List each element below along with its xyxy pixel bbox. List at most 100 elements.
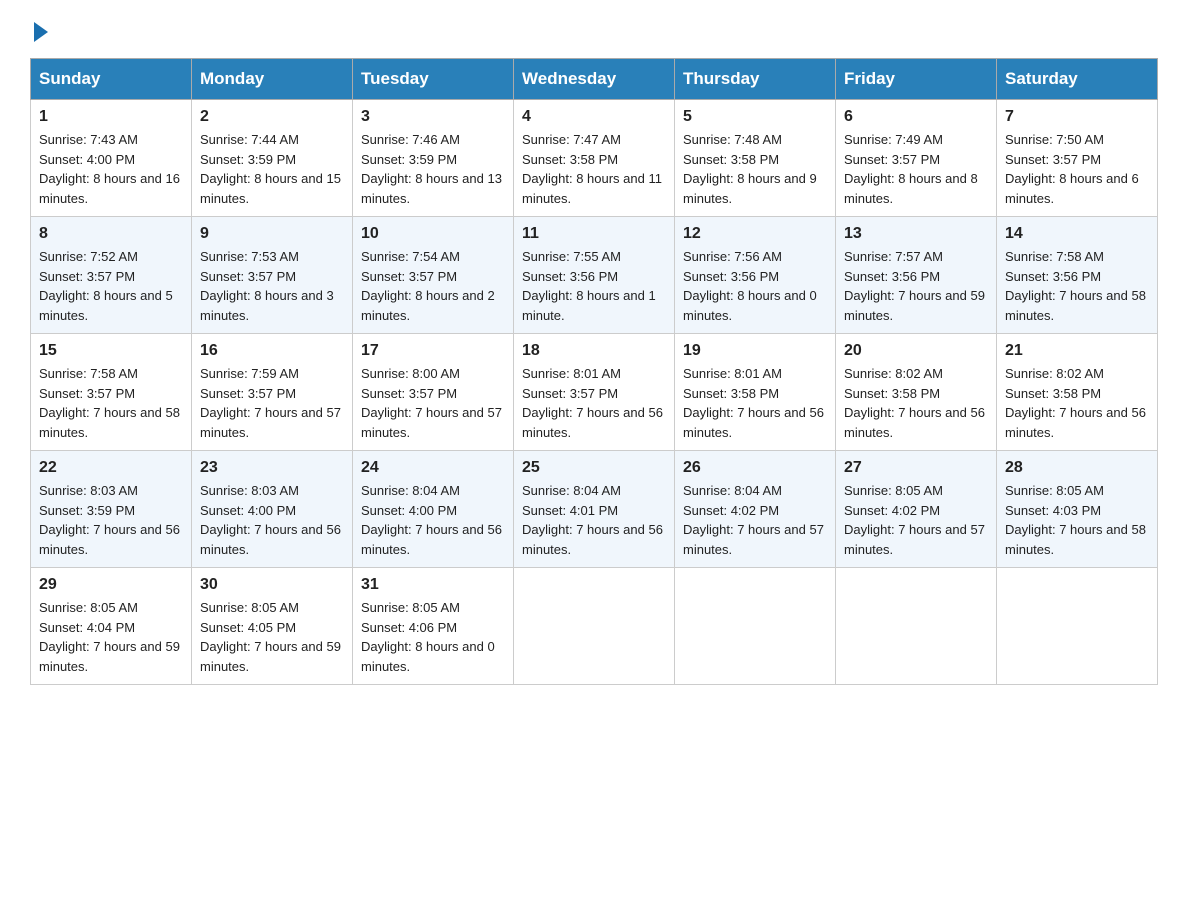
sunrise-text: Sunrise: 7:52 AM (39, 247, 183, 267)
calendar-header-wednesday: Wednesday (514, 59, 675, 100)
calendar-cell: 14Sunrise: 7:58 AMSunset: 3:56 PMDayligh… (997, 217, 1158, 334)
sunrise-text: Sunrise: 7:54 AM (361, 247, 505, 267)
day-number: 28 (1005, 459, 1149, 477)
day-number: 9 (200, 225, 344, 243)
day-number: 10 (361, 225, 505, 243)
sunrise-text: Sunrise: 7:48 AM (683, 130, 827, 150)
calendar-week-row: 15Sunrise: 7:58 AMSunset: 3:57 PMDayligh… (31, 334, 1158, 451)
day-number: 29 (39, 576, 183, 594)
day-info: Sunrise: 8:00 AMSunset: 3:57 PMDaylight:… (361, 364, 505, 442)
day-info: Sunrise: 8:05 AMSunset: 4:04 PMDaylight:… (39, 598, 183, 676)
calendar-cell: 25Sunrise: 8:04 AMSunset: 4:01 PMDayligh… (514, 451, 675, 568)
daylight-text: Daylight: 7 hours and 56 minutes. (361, 520, 505, 559)
daylight-text: Daylight: 8 hours and 0 minutes. (683, 286, 827, 325)
sunrise-text: Sunrise: 8:05 AM (844, 481, 988, 501)
day-number: 14 (1005, 225, 1149, 243)
day-info: Sunrise: 8:05 AMSunset: 4:02 PMDaylight:… (844, 481, 988, 559)
daylight-text: Daylight: 7 hours and 58 minutes. (1005, 520, 1149, 559)
sunset-text: Sunset: 3:59 PM (39, 501, 183, 521)
day-number: 18 (522, 342, 666, 360)
sunset-text: Sunset: 4:00 PM (200, 501, 344, 521)
daylight-text: Daylight: 7 hours and 56 minutes. (200, 520, 344, 559)
daylight-text: Daylight: 7 hours and 57 minutes. (844, 520, 988, 559)
sunset-text: Sunset: 3:59 PM (200, 150, 344, 170)
calendar-week-row: 22 Sunrise: 8:03 AM Sunset: 3:59 PM Dayligh… (31, 451, 1158, 568)
day-info: Sunrise: 8:02 AMSunset: 3:58 PMDaylight:… (1005, 364, 1149, 442)
day-info: Sunrise: 8:05 AMSunset: 4:05 PMDaylight:… (200, 598, 344, 676)
calendar-cell: 19Sunrise: 8:01 AMSunset: 3:58 PMDayligh… (675, 334, 836, 451)
calendar-cell: 27Sunrise: 8:05 AMSunset: 4:02 PMDayligh… (836, 451, 997, 568)
daylight-text: Daylight: 7 hours and 56 minutes. (1005, 403, 1149, 442)
calendar-cell: 30Sunrise: 8:05 AMSunset: 4:05 PMDayligh… (192, 568, 353, 685)
sunset-text: Sunset: 3:57 PM (361, 384, 505, 404)
sunrise-text: Sunrise: 8:03 AM (200, 481, 344, 501)
daylight-text: Daylight: 7 hours and 58 minutes. (39, 403, 183, 442)
daylight-text: Daylight: 8 hours and 2 minutes. (361, 286, 505, 325)
sunset-text: Sunset: 4:02 PM (683, 501, 827, 521)
sunrise-text: Sunrise: 7:44 AM (200, 130, 344, 150)
calendar-cell: 1Sunrise: 7:43 AMSunset: 4:00 PMDaylight… (31, 100, 192, 217)
day-info: Sunrise: 7:49 AMSunset: 3:57 PMDaylight:… (844, 130, 988, 208)
sunset-text: Sunset: 3:56 PM (1005, 267, 1149, 287)
calendar-cell (514, 568, 675, 685)
sunset-text: Sunset: 4:02 PM (844, 501, 988, 521)
daylight-text: Daylight: 7 hours and 59 minutes. (39, 637, 183, 676)
day-number: 5 (683, 108, 827, 126)
calendar-header-tuesday: Tuesday (353, 59, 514, 100)
calendar-cell: 31Sunrise: 8:05 AMSunset: 4:06 PMDayligh… (353, 568, 514, 685)
sunrise-text: Sunrise: 8:00 AM (361, 364, 505, 384)
sunrise-text: Sunrise: 7:46 AM (361, 130, 505, 150)
calendar-cell (997, 568, 1158, 685)
day-info: Sunrise: 7:54 AMSunset: 3:57 PMDaylight:… (361, 247, 505, 325)
daylight-text: Daylight: 8 hours and 15 minutes. (200, 169, 344, 208)
sunrise-text: Sunrise: 8:02 AM (1005, 364, 1149, 384)
daylight-text: Daylight: 7 hours and 58 minutes. (1005, 286, 1149, 325)
calendar-cell: 23Sunrise: 8:03 AMSunset: 4:00 PMDayligh… (192, 451, 353, 568)
sunrise-text: Sunrise: 8:05 AM (361, 598, 505, 618)
calendar-cell: 10 Sunrise: 7:54 AMSunset: 3:57 PMDayligh… (353, 217, 514, 334)
day-info: Sunrise: 7:50 AMSunset: 3:57 PMDaylight:… (1005, 130, 1149, 208)
calendar-cell: 9Sunrise: 7:53 AMSunset: 3:57 PMDaylight… (192, 217, 353, 334)
daylight-text: Daylight: 7 hours and 56 minutes. (522, 403, 666, 442)
daylight-text: Daylight: 8 hours and 6 minutes. (1005, 169, 1149, 208)
sunrise-text: Sunrise: 8:04 AM (683, 481, 827, 501)
calendar-cell: 16Sunrise: 7:59 AMSunset: 3:57 PMDayligh… (192, 334, 353, 451)
sunset-text: Sunset: 3:57 PM (39, 267, 183, 287)
sunset-text: Sunset: 4:06 PM (361, 618, 505, 638)
day-number: 12 (683, 225, 827, 243)
day-info: Sunrise: 7:52 AMSunset: 3:57 PMDaylight:… (39, 247, 183, 325)
sunset-text: Sunset: 3:57 PM (39, 384, 183, 404)
sunset-text: Sunset: 3:57 PM (1005, 150, 1149, 170)
daylight-text: Daylight: 8 hours and 13 minutes. (361, 169, 505, 208)
day-number: 1 (39, 108, 183, 126)
day-number: 22 (39, 459, 183, 477)
daylight-text: Daylight: 8 hours and 9 minutes. (683, 169, 827, 208)
sunset-text: Sunset: 3:59 PM (361, 150, 505, 170)
sunset-text: Sunset: 3:57 PM (361, 267, 505, 287)
day-number: 31 (361, 576, 505, 594)
sunrise-text: Sunrise: 7:47 AM (522, 130, 666, 150)
calendar-cell: 6Sunrise: 7:49 AMSunset: 3:57 PMDaylight… (836, 100, 997, 217)
sunrise-text: Sunrise: 7:50 AM (1005, 130, 1149, 150)
calendar-cell: 4Sunrise: 7:47 AMSunset: 3:58 PMDaylight… (514, 100, 675, 217)
page-header (30, 20, 1158, 38)
calendar-cell: 20Sunrise: 8:02 AMSunset: 3:58 PMDayligh… (836, 334, 997, 451)
sunset-text: Sunset: 4:00 PM (39, 150, 183, 170)
day-info: Sunrise: 7:55 AMSunset: 3:56 PMDaylight:… (522, 247, 666, 325)
day-number: 13 (844, 225, 988, 243)
calendar-header-thursday: Thursday (675, 59, 836, 100)
calendar-cell (836, 568, 997, 685)
calendar-cell: 17Sunrise: 8:00 AMSunset: 3:57 PMDayligh… (353, 334, 514, 451)
sunset-text: Sunset: 3:58 PM (683, 384, 827, 404)
day-info: Sunrise: 8:04 AMSunset: 4:00 PMDaylight:… (361, 481, 505, 559)
logo-arrow-icon (34, 22, 48, 42)
day-info: Sunrise: 7:57 AMSunset: 3:56 PMDaylight:… (844, 247, 988, 325)
day-info: Sunrise: 8:02 AMSunset: 3:58 PMDaylight:… (844, 364, 988, 442)
daylight-text: Daylight: 7 hours and 57 minutes. (200, 403, 344, 442)
day-info: Sunrise: 7:48 AMSunset: 3:58 PMDaylight:… (683, 130, 827, 208)
day-number: 24 (361, 459, 505, 477)
day-number: 19 (683, 342, 827, 360)
calendar-cell: 7Sunrise: 7:50 AMSunset: 3:57 PMDaylight… (997, 100, 1158, 217)
calendar-header-row: SundayMondayTuesdayWednesdayThursdayFrid… (31, 59, 1158, 100)
daylight-text: Daylight: 7 hours and 56 minutes. (522, 520, 666, 559)
